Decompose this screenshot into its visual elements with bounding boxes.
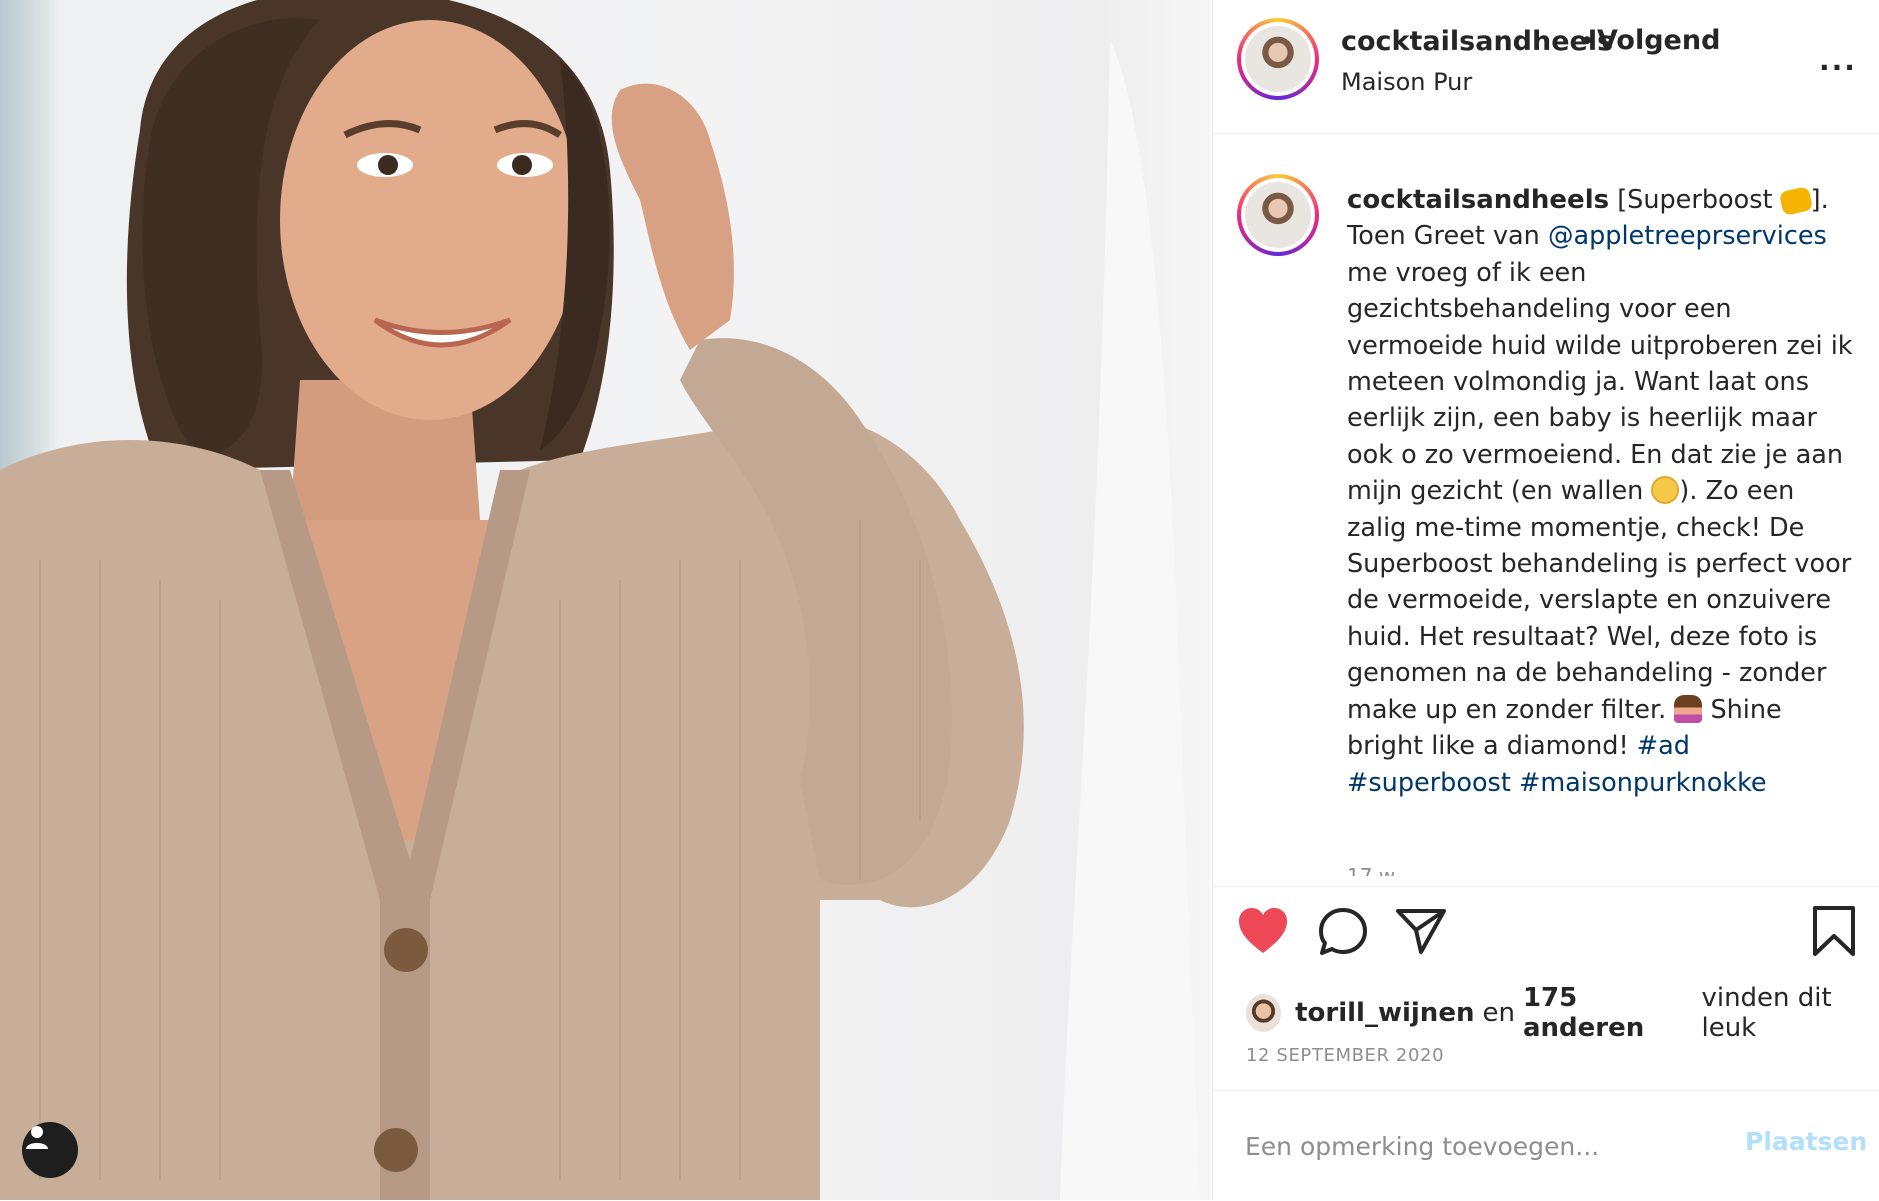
comment-icon: [1319, 908, 1367, 955]
likes-others-link[interactable]: 175 anderen: [1523, 983, 1694, 1043]
liker-username[interactable]: torill_wijnen: [1295, 998, 1474, 1028]
post-photo[interactable]: [0, 0, 1210, 1200]
caption-text-5: ). Zo een zalig me-time momentje, check!…: [1347, 476, 1852, 725]
share-button[interactable]: [1395, 907, 1447, 955]
bookmark-icon: [1813, 906, 1855, 956]
post-caption: cocktailsandheels [Superboost ]. Toen Gr…: [1347, 182, 1857, 801]
follow-status-button[interactable]: Volgend: [1597, 25, 1720, 56]
caption-text-1: [Superboost: [1617, 185, 1781, 215]
caption-author-username[interactable]: cocktailsandheels: [1347, 185, 1609, 215]
caption-text-3: Toen Greet van: [1347, 221, 1548, 252]
likes-suffix: vinden dit leuk: [1701, 983, 1832, 1043]
save-button[interactable]: [1811, 905, 1857, 957]
more-options-icon[interactable]: ...: [1819, 44, 1857, 77]
paper-plane-icon: [1396, 909, 1446, 954]
caption-area: cocktailsandheels [Superboost ]. Toen Gr…: [1213, 134, 1879, 886]
hashtag-link-ad[interactable]: #ad: [1637, 731, 1690, 761]
like-button[interactable]: [1237, 907, 1289, 955]
follow-separator: •: [1579, 26, 1595, 57]
post-header: cocktailsandheels • Volgend Maison Pur .…: [1213, 0, 1879, 134]
post-comment-button[interactable]: Plaatsen: [1745, 1127, 1867, 1156]
caption-text-4: me vroeg of ik een gezichtsbehandeling v…: [1347, 257, 1853, 507]
liker-avatar[interactable]: [1246, 994, 1282, 1032]
post-date[interactable]: 12 SEPTEMBER 2020: [1246, 1045, 1444, 1066]
likes-connector: en: [1482, 998, 1515, 1028]
comment-button[interactable]: [1317, 907, 1369, 957]
winking-face-emoji-icon: [1651, 476, 1680, 505]
caption-time: 17 w: [1347, 864, 1396, 876]
post-photo-illustration: [0, 0, 1200, 1200]
caption-text-2: ].: [1810, 185, 1829, 215]
likes-summary: torill_wijnen en 175 anderen vinden dit …: [1246, 983, 1879, 1043]
author-username[interactable]: cocktailsandheels: [1341, 26, 1613, 57]
woman-shrugging-emoji-icon: [1674, 694, 1703, 723]
user-tag-button[interactable]: [22, 1122, 78, 1178]
post-location[interactable]: Maison Pur: [1341, 68, 1472, 96]
author-avatar[interactable]: [1237, 18, 1319, 100]
comment-input[interactable]: [1243, 1123, 1717, 1169]
mention-link[interactable]: @appletreeprservices: [1548, 221, 1827, 251]
heart-icon: [1239, 908, 1287, 953]
hashtag-link-superboost[interactable]: #superboost: [1347, 768, 1511, 798]
fist-emoji-icon: [1778, 186, 1813, 216]
hashtag-link-maisonpurknokke[interactable]: #maisonpurknokke: [1519, 768, 1767, 798]
post-side-panel: cocktailsandheels • Volgend Maison Pur .…: [1212, 0, 1879, 1200]
user-tag-icon: [26, 1126, 48, 1149]
comment-bar: Plaatsen: [1213, 1090, 1879, 1201]
caption-author-avatar[interactable]: [1237, 174, 1319, 256]
